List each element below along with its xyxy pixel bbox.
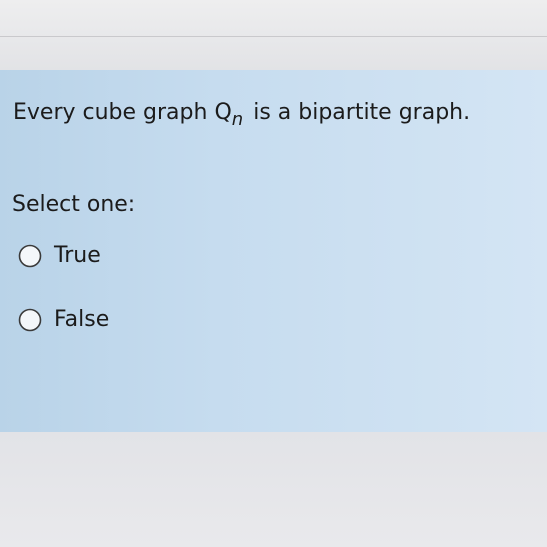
option-false[interactable]: False [18,305,109,335]
option-true-label: True [54,243,101,268]
radio-button-icon[interactable] [18,244,42,268]
option-false-label: False [54,307,110,332]
cube-graph-symbol-subscript: n [231,109,244,130]
question-text-after: is a bipartite graph. [253,100,471,125]
select-one-label: Select one: [12,192,136,217]
cube-graph-symbol-letter: Q [214,100,232,125]
divider [0,36,547,37]
question-text: Every cube graph Qn is a bipartite graph. [13,98,471,130]
question-text-before: Every cube graph [13,100,208,125]
header-area [0,0,547,70]
option-true[interactable]: True [18,241,101,271]
footer-area [0,432,547,547]
cube-graph-symbol: Qn [214,98,244,130]
radio-button-icon[interactable] [18,308,42,332]
